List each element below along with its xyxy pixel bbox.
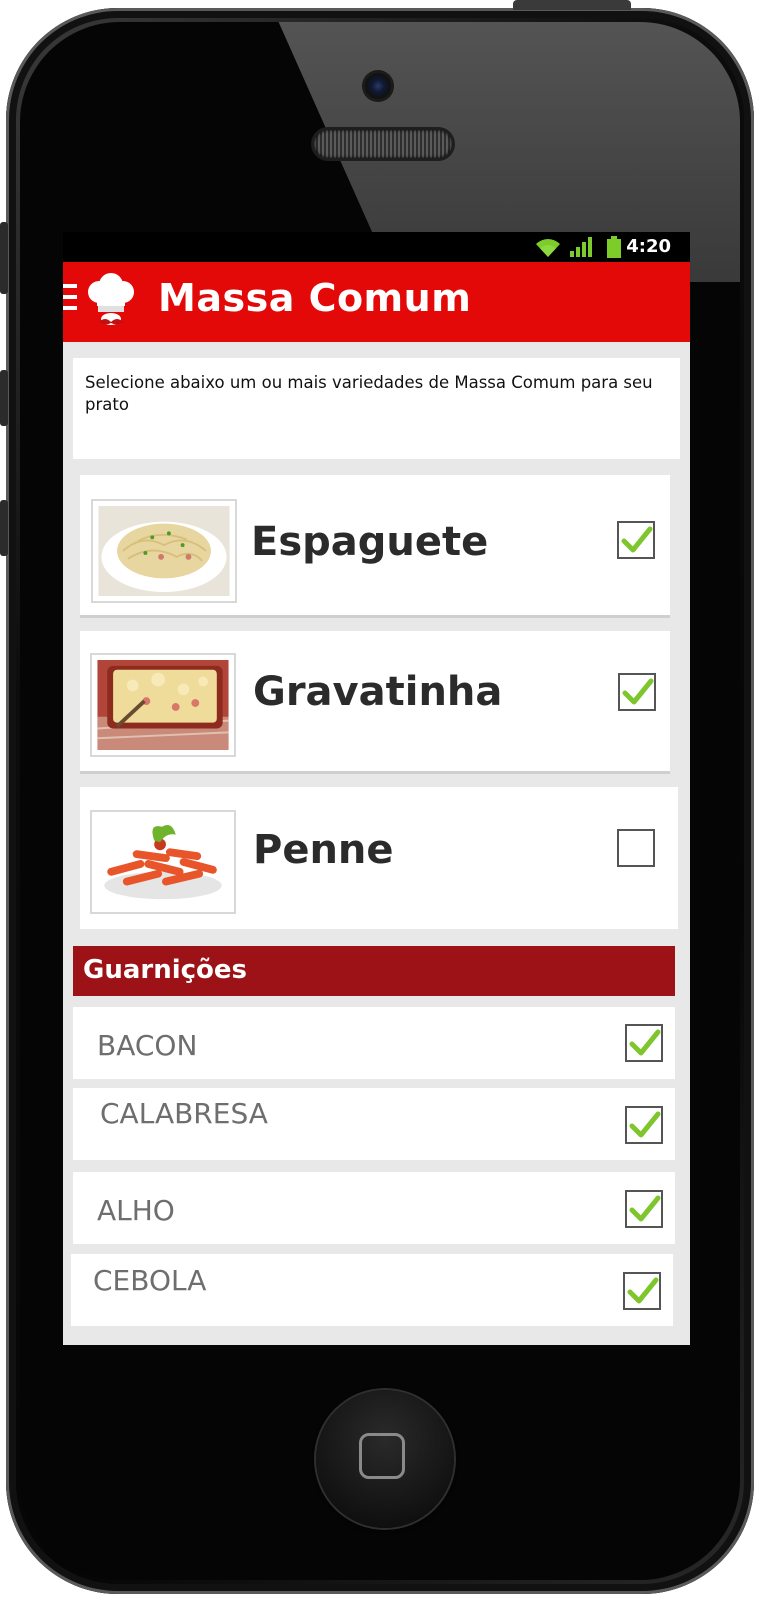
garnish-checkbox-cebola[interactable] bbox=[623, 1272, 661, 1310]
garnish-row-cebola[interactable]: CEBOLA bbox=[71, 1254, 673, 1326]
section-title: Guarnições bbox=[83, 955, 248, 985]
garnish-label: CEBOLA bbox=[93, 1264, 207, 1297]
checkmark-icon bbox=[621, 526, 653, 553]
checkmark-icon bbox=[627, 1277, 659, 1304]
garnish-label: CALABRESA bbox=[100, 1097, 268, 1130]
chef-hat-icon bbox=[88, 273, 134, 325]
spaghetti-image bbox=[91, 499, 237, 603]
front-camera bbox=[364, 72, 392, 100]
status-time: 4:20 bbox=[626, 236, 671, 257]
page-title: Massa Comum bbox=[158, 276, 472, 320]
pasta-name: Espaguete bbox=[251, 519, 489, 565]
garnish-checkbox-bacon[interactable] bbox=[625, 1024, 663, 1062]
menu-icon[interactable] bbox=[63, 284, 79, 320]
section-header-garnishes: Guarnições bbox=[73, 946, 675, 996]
penne-image bbox=[90, 810, 236, 914]
pasta-name: Penne bbox=[253, 827, 394, 873]
garnish-row-alho[interactable]: ALHO bbox=[73, 1172, 675, 1244]
pasta-checkbox-gravatinha[interactable] bbox=[618, 673, 656, 711]
garnish-label: BACON bbox=[97, 1029, 198, 1062]
intro-text: Selecione abaixo um ou mais variedades d… bbox=[85, 373, 653, 414]
pasta-card-espaguete[interactable]: Espaguete bbox=[80, 475, 670, 618]
home-square-icon bbox=[359, 1433, 405, 1479]
earpiece-speaker bbox=[314, 130, 452, 158]
garnish-checkbox-calabresa[interactable] bbox=[625, 1106, 663, 1144]
volume-up-button bbox=[0, 370, 8, 426]
garnish-checkbox-alho[interactable] bbox=[625, 1190, 663, 1228]
garnish-row-calabresa[interactable]: CALABRESA bbox=[73, 1088, 675, 1160]
power-button bbox=[513, 0, 631, 10]
app-header: Massa Comum bbox=[63, 262, 690, 342]
pasta-card-penne[interactable]: Penne bbox=[80, 787, 678, 929]
checkmark-icon bbox=[629, 1111, 661, 1138]
pasta-card-gravatinha[interactable]: Gravatinha bbox=[80, 631, 670, 774]
pasta-checkbox-espaguete[interactable] bbox=[617, 521, 655, 559]
checkmark-icon bbox=[622, 678, 654, 705]
garnish-label: ALHO bbox=[97, 1194, 175, 1227]
wifi-icon bbox=[536, 239, 560, 257]
status-bar: 4:20 bbox=[63, 232, 690, 262]
intro-card: Selecione abaixo um ou mais variedades d… bbox=[73, 358, 680, 459]
checkmark-icon bbox=[629, 1195, 661, 1222]
signal-icon bbox=[570, 237, 592, 257]
pasta-name: Gravatinha bbox=[253, 669, 503, 715]
battery-icon bbox=[607, 236, 621, 258]
garnish-row-bacon[interactable]: BACON bbox=[73, 1007, 675, 1079]
farfalle-image bbox=[90, 653, 236, 757]
app-screen: 4:20 Massa Comum Selecione abaixo um ou … bbox=[63, 232, 690, 1345]
volume-down-button bbox=[0, 500, 8, 556]
checkmark-icon bbox=[629, 1029, 661, 1056]
mute-switch bbox=[0, 222, 8, 294]
pasta-checkbox-penne[interactable] bbox=[617, 829, 655, 867]
home-button[interactable] bbox=[316, 1390, 454, 1528]
